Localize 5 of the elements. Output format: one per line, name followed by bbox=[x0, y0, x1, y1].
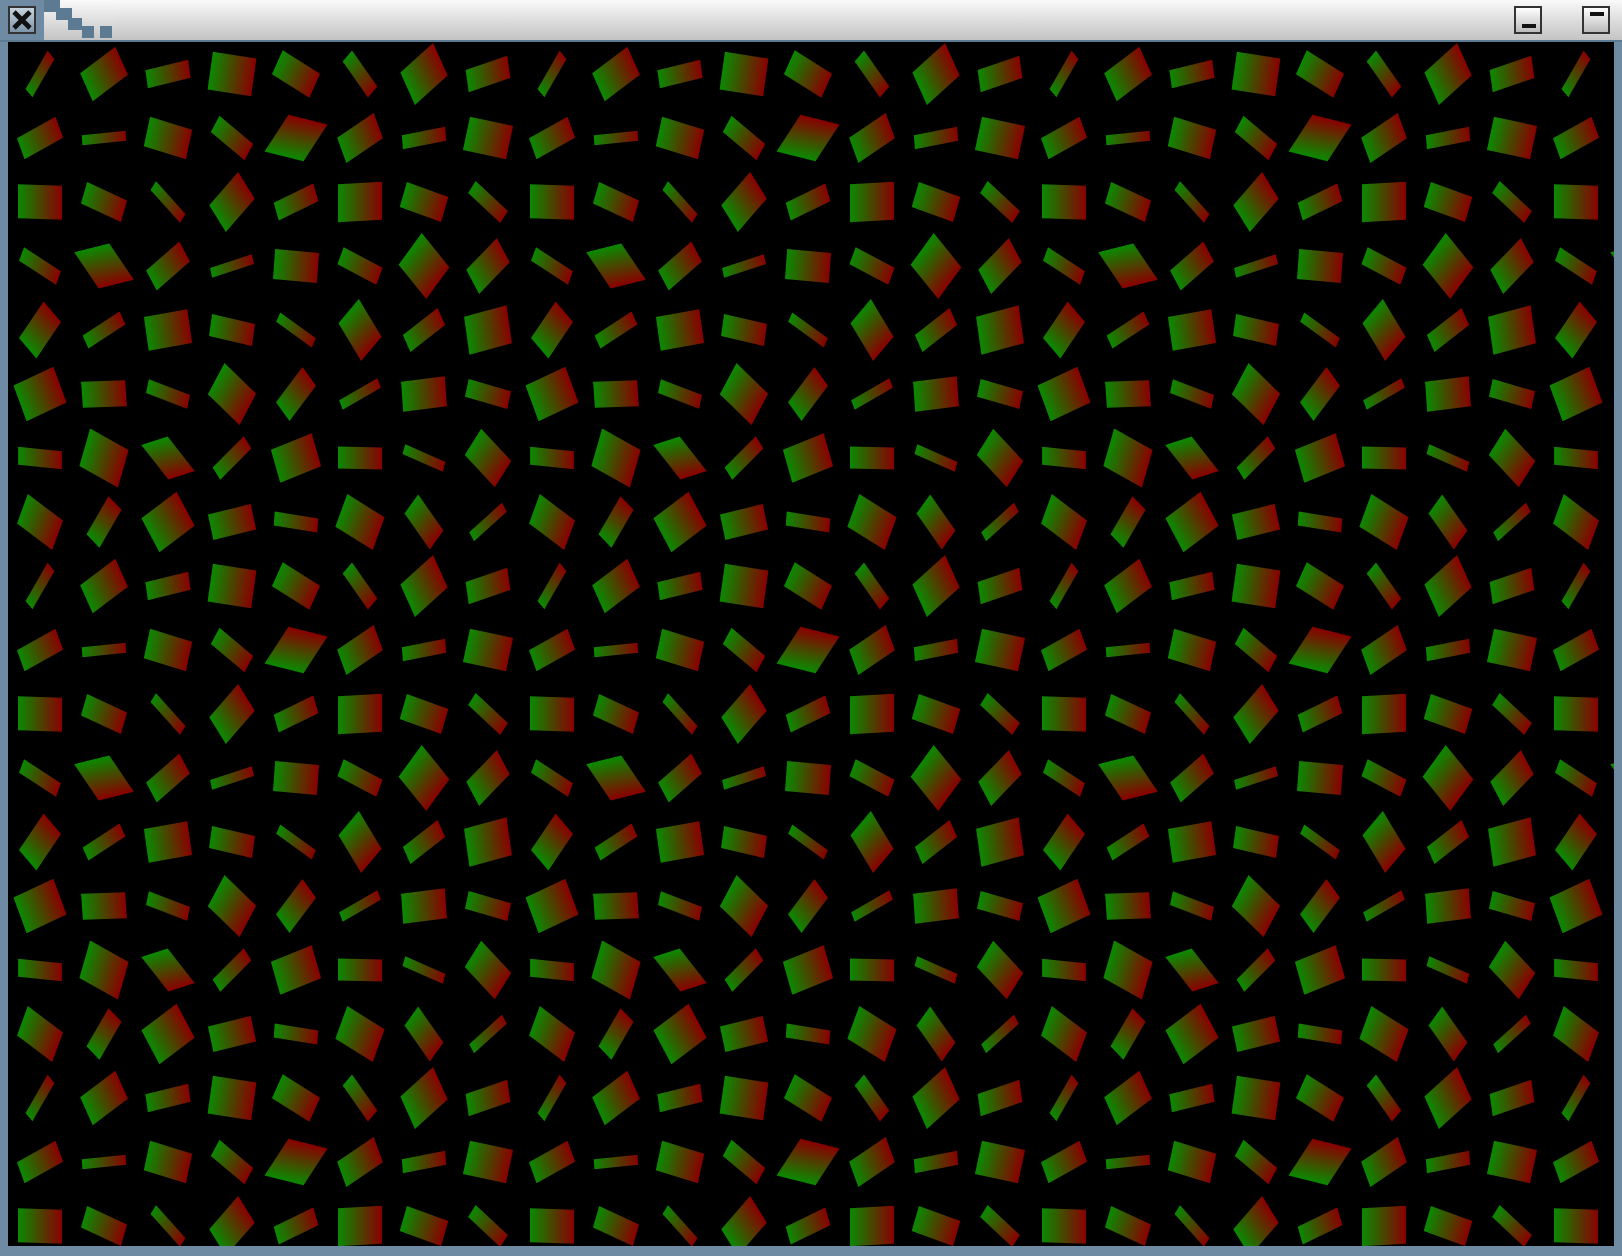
maximize-button[interactable] bbox=[1582, 6, 1610, 34]
close-button[interactable] bbox=[8, 6, 36, 34]
close-icon bbox=[12, 10, 32, 30]
minimize-icon bbox=[1521, 24, 1535, 28]
minimize-button[interactable] bbox=[1514, 6, 1542, 34]
